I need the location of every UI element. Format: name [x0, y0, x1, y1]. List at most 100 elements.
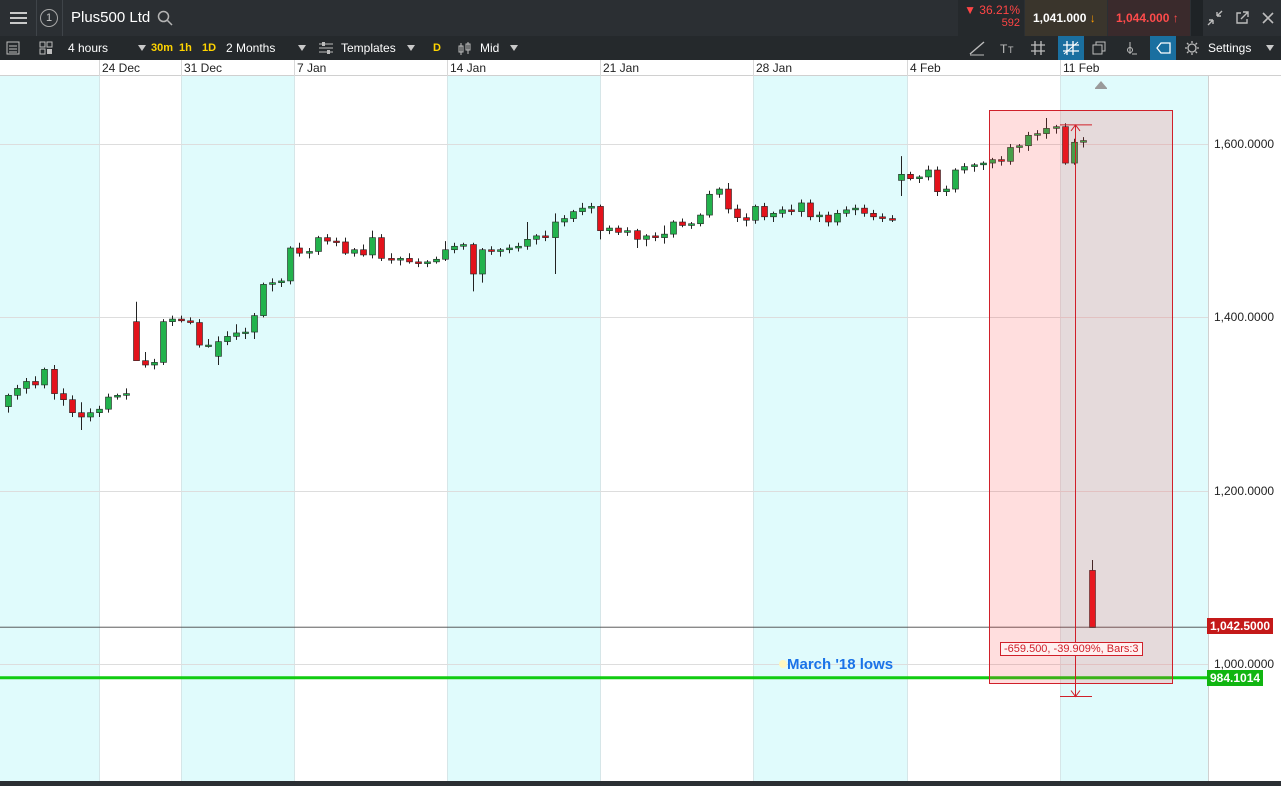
tag-icon[interactable]	[1150, 36, 1176, 60]
menu-icon[interactable]	[0, 0, 36, 36]
collapse-icon[interactable]	[1205, 8, 1225, 28]
price-chart[interactable]: 1,600.0000 1,400.0000 1,200.0000 1,000.0000…	[0, 76, 1281, 786]
candle-body-up	[460, 244, 467, 247]
interval-1d-button[interactable]: 1D	[202, 36, 216, 60]
price-scroll-handle[interactable]	[1191, 0, 1203, 36]
search-icon[interactable]	[157, 10, 173, 26]
candle-body-up	[205, 344, 212, 347]
candle-body-up	[524, 239, 531, 247]
layout-icon[interactable]	[38, 36, 62, 60]
candle-body-up	[114, 395, 121, 398]
annotation-marker	[779, 660, 787, 668]
candle	[315, 235, 322, 255]
sell-price-button[interactable]: 1,041.000 ↓	[1025, 0, 1107, 36]
candle-body-up	[952, 169, 959, 190]
support-price-tag: 984.1014	[1207, 669, 1264, 686]
candle-body-down	[378, 237, 385, 259]
measure-tool-label: -659.500, -39.909%, Bars:3	[1000, 642, 1143, 656]
annotation-march-18-lows[interactable]: March '18 lows	[787, 656, 893, 673]
candle	[424, 260, 431, 268]
candle-body-down	[679, 221, 686, 226]
candle	[716, 187, 723, 198]
interval-dropdown[interactable]: 4 hours	[68, 36, 146, 60]
sell-price: 1,041.000	[1033, 11, 1087, 25]
indicator-icon[interactable]	[1122, 36, 1144, 60]
candle-body-down	[597, 206, 604, 231]
candle-body-down	[807, 202, 814, 218]
candle-body-up	[451, 245, 458, 251]
list-icon[interactable]	[6, 36, 30, 60]
crosshair-icon[interactable]	[1058, 36, 1084, 60]
d-badge[interactable]: D	[433, 36, 441, 60]
candle-body-up	[943, 188, 950, 192]
candle-body-up	[971, 164, 978, 167]
candle-body-up	[424, 261, 431, 264]
buy-price-button[interactable]: 1,044.000 ↑	[1108, 0, 1190, 36]
candle-body-up	[606, 227, 613, 231]
grid-icon[interactable]	[1029, 36, 1051, 60]
interval-1h-button[interactable]: 1h	[179, 36, 192, 60]
candle-body-down	[32, 381, 39, 386]
candle-body-up	[506, 247, 513, 251]
price-axis-label: 1,000.0000	[1214, 656, 1275, 671]
candle	[971, 163, 978, 172]
candle-body-up	[588, 206, 595, 209]
candle-body-up	[41, 369, 48, 386]
candle-body-down	[333, 240, 340, 243]
candle-body-down	[142, 360, 149, 366]
gear-icon[interactable]	[1184, 36, 1202, 60]
chart-canvas[interactable]	[0, 76, 1281, 786]
popout-icon[interactable]	[1232, 8, 1252, 28]
candle	[743, 213, 750, 227]
candle-body-up	[351, 249, 358, 254]
candle	[306, 248, 313, 259]
candle-body-down	[788, 209, 795, 212]
candle-body-down	[324, 237, 331, 242]
candle	[679, 218, 686, 228]
candle-body-up	[843, 209, 850, 214]
candle	[378, 234, 385, 261]
settings-dropdown[interactable]: Settings	[1208, 36, 1274, 60]
interval-30m-button[interactable]: 30m	[151, 36, 173, 60]
candle-body-up	[5, 395, 12, 407]
candle	[142, 352, 149, 368]
candle-body-up	[160, 321, 167, 363]
candle-body-up	[479, 249, 486, 275]
candle-body-up	[23, 381, 30, 389]
candle-body-down	[743, 217, 750, 221]
candle-body-up	[215, 341, 222, 357]
draw-line-icon[interactable]	[966, 36, 992, 60]
templates-dropdown[interactable]: Templates	[341, 36, 415, 60]
candle-body-up	[306, 251, 313, 254]
price-type-dropdown[interactable]: Mid	[480, 36, 518, 60]
instrument-title[interactable]: Plus500 Ltd	[71, 9, 150, 26]
candle-body-up	[533, 235, 540, 240]
price-type-value: Mid	[480, 41, 500, 55]
candle	[133, 301, 140, 361]
candle	[734, 204, 741, 222]
candle-body-down	[542, 235, 549, 238]
templates-icon	[318, 36, 334, 60]
date-label: 4 Feb	[910, 61, 941, 75]
candle-body-up	[87, 412, 94, 418]
candle-body-up	[151, 362, 158, 366]
text-tool-icon[interactable]: TT	[997, 36, 1023, 60]
candle	[433, 256, 440, 264]
candle-body-up	[697, 214, 704, 225]
change-percent: ▼ 36.21%	[958, 3, 1020, 17]
chart-toolbar: 4 hours 30m 1h 1D 2 Months Templates D M…	[0, 36, 1281, 60]
candle-body-up	[643, 235, 650, 240]
date-label: 28 Jan	[756, 61, 793, 75]
candle	[916, 175, 923, 183]
close-icon[interactable]	[1258, 8, 1278, 28]
bottom-scrollbar[interactable]	[0, 781, 1281, 786]
candle-body-up	[816, 214, 823, 218]
range-dropdown[interactable]: 2 Months	[226, 36, 306, 60]
candle	[925, 165, 932, 181]
candle-body-down	[615, 227, 622, 233]
candle-body-down	[825, 214, 832, 223]
candle-body-down	[196, 322, 203, 346]
candle	[296, 242, 303, 257]
copy-icon[interactable]	[1090, 36, 1112, 60]
window-number-badge[interactable]: 1	[40, 9, 58, 27]
